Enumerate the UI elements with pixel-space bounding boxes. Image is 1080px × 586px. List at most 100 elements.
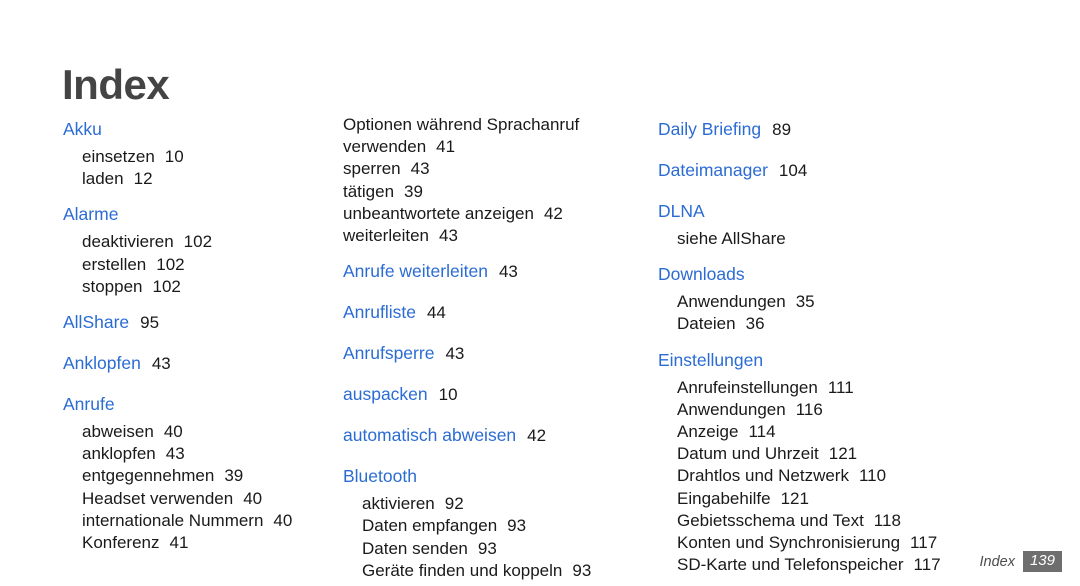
index-subentry[interactable]: verwenden 41: [343, 136, 650, 158]
index-heading[interactable]: Akku: [63, 114, 330, 146]
index-subentry[interactable]: weiterleiten 43: [343, 225, 650, 247]
index-heading-term: automatisch abweisen: [343, 425, 517, 446]
index-subentry-term: internationale Nummern: [82, 510, 264, 530]
index-subentry-term: sperren: [343, 159, 401, 179]
index-subentry-term: Datum und Uhrzeit: [677, 444, 819, 464]
index-subentry[interactable]: stoppen 102: [63, 276, 330, 298]
index-subentry-page: 41: [169, 533, 189, 553]
index-subentry[interactable]: Optionen während Sprachanruf: [343, 114, 650, 136]
index-group: Anrufe abweisen 40 anklopfen 43 entgegennehme…: [63, 389, 330, 554]
index-group: automatisch abweisen 42: [343, 420, 650, 452]
index-subentry[interactable]: laden 12: [63, 168, 330, 190]
index-heading[interactable]: Downloads: [658, 259, 1080, 291]
index-subentry[interactable]: Anwendungen 116: [658, 399, 1080, 421]
index-group: Anrufsperre 43: [343, 338, 650, 370]
index-heading-term: auspacken: [343, 384, 428, 405]
column-2: Optionen während Sprachanruf verwenden 41 s…: [330, 114, 650, 580]
index-subentry[interactable]: Konferenz 41: [63, 532, 330, 554]
index-heading-term: Akku: [63, 119, 102, 139]
footer-label: Index: [979, 553, 1015, 570]
index-heading[interactable]: AllShare 95: [63, 307, 330, 339]
index-subentry-term: einsetzen: [82, 147, 155, 166]
index-subentry-page: 39: [404, 181, 423, 201]
index-heading-page: 43: [498, 262, 518, 282]
index-group: Anrufe weiterleiten 43: [343, 256, 650, 288]
index-subentry[interactable]: Anrufeinstellungen 111: [658, 377, 1080, 399]
index-heading[interactable]: Alarme: [63, 199, 330, 231]
index-heading-page: 95: [140, 313, 160, 333]
index-subentry-page: 93: [477, 538, 497, 558]
index-subentry[interactable]: einsetzen 10: [63, 146, 330, 168]
index-subentry[interactable]: Anwendungen 35: [658, 291, 1080, 313]
index-subentry[interactable]: aktivieren 92: [343, 493, 650, 515]
index-subentry-term: aktivieren: [362, 494, 435, 514]
index-subentry-page: 12: [133, 169, 153, 189]
index-subentry[interactable]: unbeantwortete anzeigen 42: [343, 203, 650, 225]
index-heading[interactable]: Dateimanager 104: [658, 155, 1080, 187]
index-subentry-page: 40: [273, 510, 293, 530]
index-heading[interactable]: auspacken 10: [343, 379, 650, 411]
index-subentry[interactable]: Daten empfangen 93: [343, 515, 650, 537]
index-subentry-page: 118: [873, 510, 901, 530]
index-subentry-page: 40: [243, 488, 263, 508]
index-group: Einstellungen Anrufeinstellungen 111 Anwend…: [658, 345, 1080, 577]
index-subentry[interactable]: tätigen 39: [343, 181, 650, 203]
index-subentry-term: stoppen: [82, 276, 143, 296]
index-subentry[interactable]: sperren 43: [343, 158, 650, 180]
index-subentry-term: Headset verwenden: [82, 488, 234, 508]
index-subentry-term: Konferenz: [82, 533, 160, 553]
index-heading-term: DLNA: [658, 201, 705, 221]
index-heading-term: Anrufliste: [343, 302, 416, 323]
index-subentry[interactable]: Dateien 36: [658, 313, 1080, 335]
index-subentry-page: 43: [165, 444, 185, 464]
index-subentry[interactable]: abweisen 40: [63, 421, 330, 443]
index-subentry-term: Drahtlos und Netzwerk: [677, 466, 849, 486]
index-heading-page: 10: [438, 385, 458, 405]
index-heading-term: Anrufe: [63, 394, 115, 415]
index-subentry-term: siehe AllShare: [677, 229, 786, 248]
index-subentry[interactable]: Anzeige 114: [658, 421, 1080, 443]
index-subentry[interactable]: Daten senden 93: [343, 538, 650, 560]
index-subentry[interactable]: deaktivieren 102: [63, 231, 330, 253]
index-subentry-term: Anwendungen: [677, 399, 786, 419]
index-heading[interactable]: Anrufe weiterleiten 43: [343, 256, 650, 288]
index-subentry-term: Gebietsschema und Text: [677, 510, 864, 530]
index-subentry-page: 116: [795, 399, 823, 419]
index-heading-term: Anklopfen: [63, 353, 141, 374]
column-1: Akku einsetzen 10 laden 12 Alarme deaktivieren…: [0, 114, 330, 552]
index-heading[interactable]: Anrufsperre 43: [343, 338, 650, 370]
index-subentry-page: 117: [913, 555, 941, 575]
index-subentry-page: 110: [858, 466, 887, 486]
index-subentry[interactable]: Headset verwenden 40: [63, 488, 330, 510]
index-subentry[interactable]: Geräte finden und koppeln 93: [343, 560, 650, 582]
index-subentry[interactable]: entgegennehmen 39: [63, 465, 330, 487]
index-subentry[interactable]: Gebietsschema und Text 118: [658, 510, 1080, 532]
index-heading[interactable]: Anklopfen 43: [63, 348, 330, 380]
index-group: Optionen während Sprachanruf verwenden 41 s…: [343, 114, 650, 247]
index-heading-page: 89: [772, 120, 792, 139]
index-subentry[interactable]: Datum und Uhrzeit 121: [658, 443, 1080, 465]
index-page: Index Akku einsetzen 10 laden 12 Alarme deakti…: [0, 0, 1080, 586]
index-heading[interactable]: Daily Briefing 89: [658, 114, 1080, 146]
index-subentry[interactable]: Drahtlos und Netzwerk 110: [658, 465, 1080, 487]
index-heading[interactable]: Einstellungen: [658, 345, 1080, 377]
index-group: Bluetooth aktivieren 92 Daten empfangen 93 Da…: [343, 461, 650, 582]
index-subentry[interactable]: Eingabehilfe 121: [658, 488, 1080, 510]
index-heading[interactable]: automatisch abweisen 42: [343, 420, 650, 452]
index-subentry-page: 121: [828, 444, 858, 464]
index-group: Daily Briefing 89: [658, 114, 1080, 146]
index-heading-term: Downloads: [658, 264, 745, 285]
index-subentry[interactable]: anklopfen 43: [63, 443, 330, 465]
index-subentry[interactable]: internationale Nummern 40: [63, 510, 330, 532]
index-group: Akku einsetzen 10 laden 12: [63, 114, 330, 190]
index-heading[interactable]: Bluetooth: [343, 461, 650, 493]
index-heading[interactable]: DLNA: [658, 196, 1080, 228]
page-footer: Index 139: [979, 551, 1062, 572]
index-subentry-term: erstellen: [82, 254, 147, 274]
index-subentry-list: aktivieren 92 Daten empfangen 93 Daten sende…: [343, 493, 650, 582]
index-subentry[interactable]: siehe AllShare: [658, 228, 1080, 250]
index-heading[interactable]: Anrufe: [63, 389, 330, 421]
index-subentry[interactable]: erstellen 102: [63, 254, 330, 276]
index-subentry-page: 93: [572, 560, 592, 580]
index-heading[interactable]: Anrufliste 44: [343, 297, 650, 329]
